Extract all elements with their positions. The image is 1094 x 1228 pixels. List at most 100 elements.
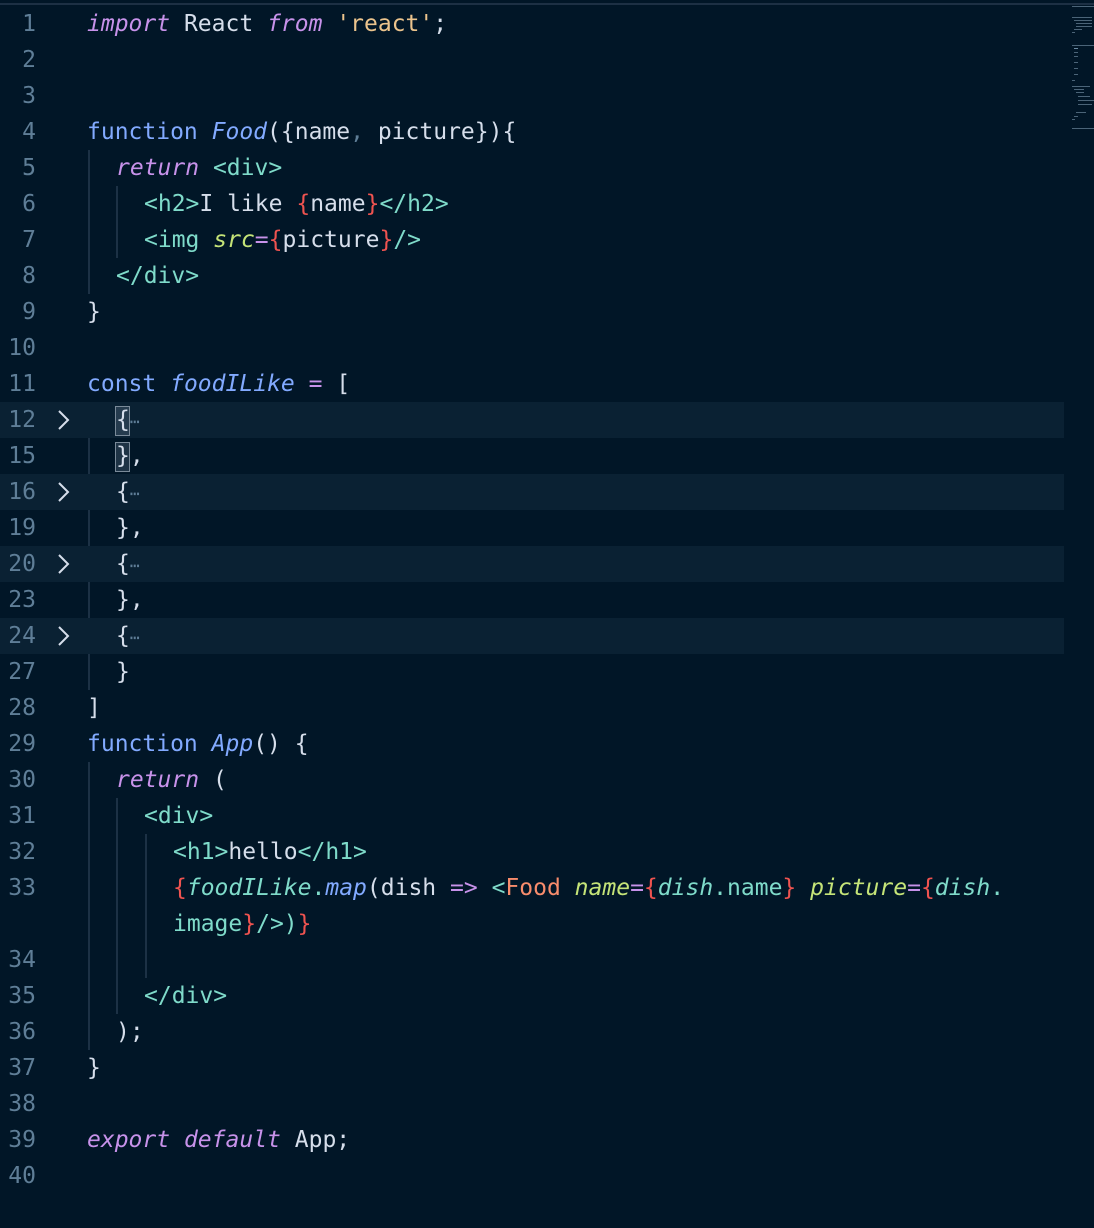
code-line-folded[interactable]: 24 {⋯ (0, 618, 1064, 654)
code-text[interactable]: image}/>)} (173, 906, 312, 942)
code-text[interactable]: export default App; (87, 1122, 350, 1158)
code-text[interactable]: <h2>I like {name}</h2> (144, 186, 449, 222)
code-line[interactable]: 40 (0, 1158, 1064, 1194)
code-line[interactable]: 29 function App() { (0, 726, 1064, 762)
code-line[interactable]: 33 {foodILike.map(dish => <Food name={di… (0, 870, 1064, 906)
code-text[interactable]: <div> (144, 798, 213, 834)
string: 'react' (336, 11, 434, 37)
punctuation: }, (116, 443, 144, 469)
top-border (0, 3, 1094, 5)
operator: = (254, 227, 269, 253)
code-text[interactable]: }, (116, 438, 144, 474)
minimap[interactable] (1068, 0, 1094, 1228)
code-text[interactable]: } (87, 294, 101, 330)
code-text[interactable]: } (116, 654, 130, 690)
code-text[interactable]: </div> (144, 978, 227, 1014)
code-text[interactable]: return <div> (116, 150, 282, 186)
code-line[interactable]: 4 function Food({name, picture}){ (0, 114, 1064, 150)
code-line-folded[interactable]: 12 {⋯ (0, 402, 1064, 438)
code-line-folded[interactable]: 20 {⋯ (0, 546, 1064, 582)
brace: } (242, 911, 257, 937)
fold-ellipsis[interactable]: ⋯ (130, 484, 140, 503)
code-line[interactable]: 10 (0, 330, 1064, 366)
code-line[interactable]: 9 } (0, 294, 1064, 330)
keyword: default (183, 1127, 281, 1153)
code-line[interactable]: 15 }, (0, 438, 1064, 474)
chevron-right-icon[interactable] (52, 546, 76, 582)
code-line[interactable]: 11 const foodILike = [ (0, 366, 1064, 402)
brace: { (116, 623, 130, 649)
code-text[interactable]: }, (116, 582, 144, 618)
brace: } (365, 191, 380, 217)
code-line[interactable]: 23 }, (0, 582, 1064, 618)
line-number: 6 (22, 191, 36, 217)
code-text[interactable]: import React from 'react'; (87, 6, 447, 42)
line-number: 12 (8, 407, 36, 433)
fold-ellipsis[interactable]: ⋯ (130, 556, 140, 575)
code-editor[interactable]: 1 import React from 'react'; 2 3 4 funct… (0, 6, 1064, 1228)
code-line-folded[interactable]: 16 {⋯ (0, 474, 1064, 510)
code-line[interactable]: 6 <h2>I like {name}</h2> (0, 186, 1064, 222)
chevron-right-icon[interactable] (52, 618, 76, 654)
line-number: 28 (8, 695, 36, 721)
code-text[interactable]: function Food({name, picture}){ (87, 114, 516, 150)
code-line[interactable]: 3 (0, 78, 1064, 114)
brace: } (782, 875, 797, 901)
code-line-wrap[interactable]: image}/>)} (0, 906, 1064, 942)
code-text[interactable]: return ( (116, 762, 227, 798)
code-line[interactable]: 19 }, (0, 510, 1064, 546)
code-line[interactable]: 30 return ( (0, 762, 1064, 798)
code-text[interactable]: const foodILike = [ (87, 366, 350, 402)
code-line[interactable]: 1 import React from 'react'; (0, 6, 1064, 42)
code-text[interactable]: <img src={picture}/> (144, 222, 421, 258)
jsx-component: Food (505, 875, 561, 901)
code-line[interactable]: 5 return <div> (0, 150, 1064, 186)
keyword: from (267, 11, 323, 37)
code-text[interactable]: function App() { (87, 726, 309, 762)
code-line[interactable]: 31 <div> (0, 798, 1064, 834)
code-line[interactable]: 37 } (0, 1050, 1064, 1086)
code-text[interactable]: </div> (116, 258, 199, 294)
operator: = (907, 875, 921, 901)
fold-ellipsis[interactable]: ⋯ (130, 412, 140, 431)
code-text[interactable]: {⋯ (116, 618, 140, 656)
line-number: 20 (8, 551, 36, 577)
jsx-tag: <div> (144, 803, 214, 829)
line-number: 30 (8, 767, 36, 793)
chevron-right-icon[interactable] (52, 402, 76, 438)
code-line[interactable]: 39 export default App; (0, 1122, 1064, 1158)
code-text[interactable]: <h1>hello</h1> (173, 834, 367, 870)
code-line[interactable]: 7 <img src={picture}/> (0, 222, 1064, 258)
punctuation: ( (366, 875, 381, 901)
keyword: const (87, 371, 157, 397)
chevron-right-icon[interactable] (52, 474, 76, 510)
keyword: return (116, 155, 200, 181)
code-line[interactable]: 27 } (0, 654, 1064, 690)
jsx-tag: <img (144, 227, 200, 253)
code-line[interactable]: 2 (0, 42, 1064, 78)
code-text[interactable]: {⋯ (116, 546, 140, 584)
code-line[interactable]: 36 ); (0, 1014, 1064, 1050)
code-line[interactable]: 34 (0, 942, 1064, 978)
code-line[interactable]: 32 <h1>hello</h1> (0, 834, 1064, 870)
jsx-tag: <div> (212, 155, 283, 181)
brace: { (116, 479, 130, 505)
code-text[interactable]: {⋯ (116, 402, 140, 440)
keyword: import (87, 11, 171, 37)
code-line[interactable]: 8 </div> (0, 258, 1064, 294)
jsx-tag: <h2> (144, 191, 200, 217)
punctuation: } (87, 299, 101, 325)
jsx-attribute: src (213, 227, 255, 253)
code-text[interactable]: ] (87, 690, 101, 726)
code-text[interactable]: }, (116, 510, 144, 546)
code-line[interactable]: 28 ] (0, 690, 1064, 726)
fold-ellipsis[interactable]: ⋯ (130, 628, 140, 647)
code-text[interactable]: {foodILike.map(dish => <Food name={dish.… (173, 870, 1004, 906)
code-text[interactable]: ); (116, 1014, 144, 1050)
code-line[interactable]: 35 </div> (0, 978, 1064, 1014)
code-text[interactable]: {⋯ (116, 474, 140, 512)
keyword: return (116, 767, 200, 793)
identifier: dish (657, 875, 714, 901)
code-line[interactable]: 38 (0, 1086, 1064, 1122)
code-text[interactable]: } (87, 1050, 101, 1086)
